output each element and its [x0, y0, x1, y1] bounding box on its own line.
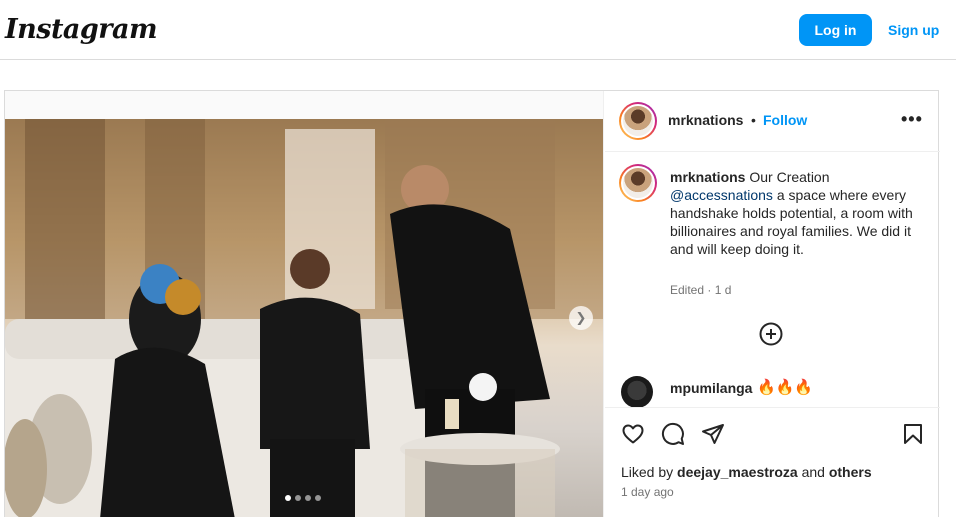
liked-by: Liked by deejay_maestroza and others	[621, 464, 872, 480]
plus-circle-icon[interactable]	[759, 322, 783, 351]
photo-illustration	[5, 119, 603, 517]
carousel-dot[interactable]	[315, 495, 321, 501]
caption-username[interactable]: mrknations	[670, 169, 745, 185]
follow-button[interactable]: Follow	[763, 112, 807, 128]
top-bar: Instagram Log in Sign up	[0, 0, 956, 60]
caption-avatar[interactable]	[619, 164, 657, 202]
post-media[interactable]: ❯	[5, 91, 604, 517]
post-header: mrknations • Follow •••	[605, 91, 940, 152]
send-icon[interactable]	[701, 422, 725, 451]
bookmark-icon[interactable]	[901, 422, 925, 451]
more-horizontal-icon[interactable]: •••	[901, 109, 923, 130]
liked-by-conjunction: and	[801, 464, 825, 480]
carousel-dot[interactable]	[305, 495, 311, 501]
post-username[interactable]: mrknations	[668, 112, 743, 128]
post-photo	[5, 119, 603, 517]
separator-dot: •	[751, 112, 756, 128]
liked-by-user[interactable]: deejay_maestroza	[677, 464, 798, 480]
post-timestamp: 1 day ago	[621, 485, 674, 499]
carousel-dot[interactable]	[295, 495, 301, 501]
comment-avatar[interactable]	[621, 376, 653, 407]
avatar[interactable]	[619, 102, 657, 140]
post-actions: Liked by deejay_maestroza and others 1 d…	[605, 407, 940, 517]
comments-section: mrknations Our Creation @accessnations a…	[605, 152, 940, 407]
comment-text: 🔥🔥🔥	[757, 379, 814, 396]
post-caption: mrknations Our Creation @accessnations a…	[670, 168, 925, 258]
instagram-logo[interactable]: Instagram	[5, 14, 158, 45]
carousel-dots	[285, 495, 321, 501]
liked-by-others[interactable]: others	[829, 464, 872, 480]
carousel-dot[interactable]	[285, 495, 291, 501]
post-card: ❯ mrknations • Follow ••• mrknations Our…	[4, 90, 940, 517]
edited-timestamp: Edited · 1 d	[670, 283, 732, 297]
liked-by-prefix: Liked by	[621, 464, 674, 480]
caption-mention[interactable]: @accessnations	[670, 187, 773, 203]
heart-icon[interactable]	[621, 422, 645, 451]
caption-text-start: Our Creation	[749, 169, 830, 185]
post-side-panel: mrknations • Follow ••• mrknations Our C…	[605, 91, 940, 517]
comment-icon[interactable]	[661, 422, 685, 451]
comment-username[interactable]: mpumilanga	[670, 380, 752, 396]
chevron-right-icon[interactable]: ❯	[569, 306, 593, 330]
signup-link[interactable]: Sign up	[888, 22, 939, 38]
login-button[interactable]: Log in	[799, 14, 872, 46]
